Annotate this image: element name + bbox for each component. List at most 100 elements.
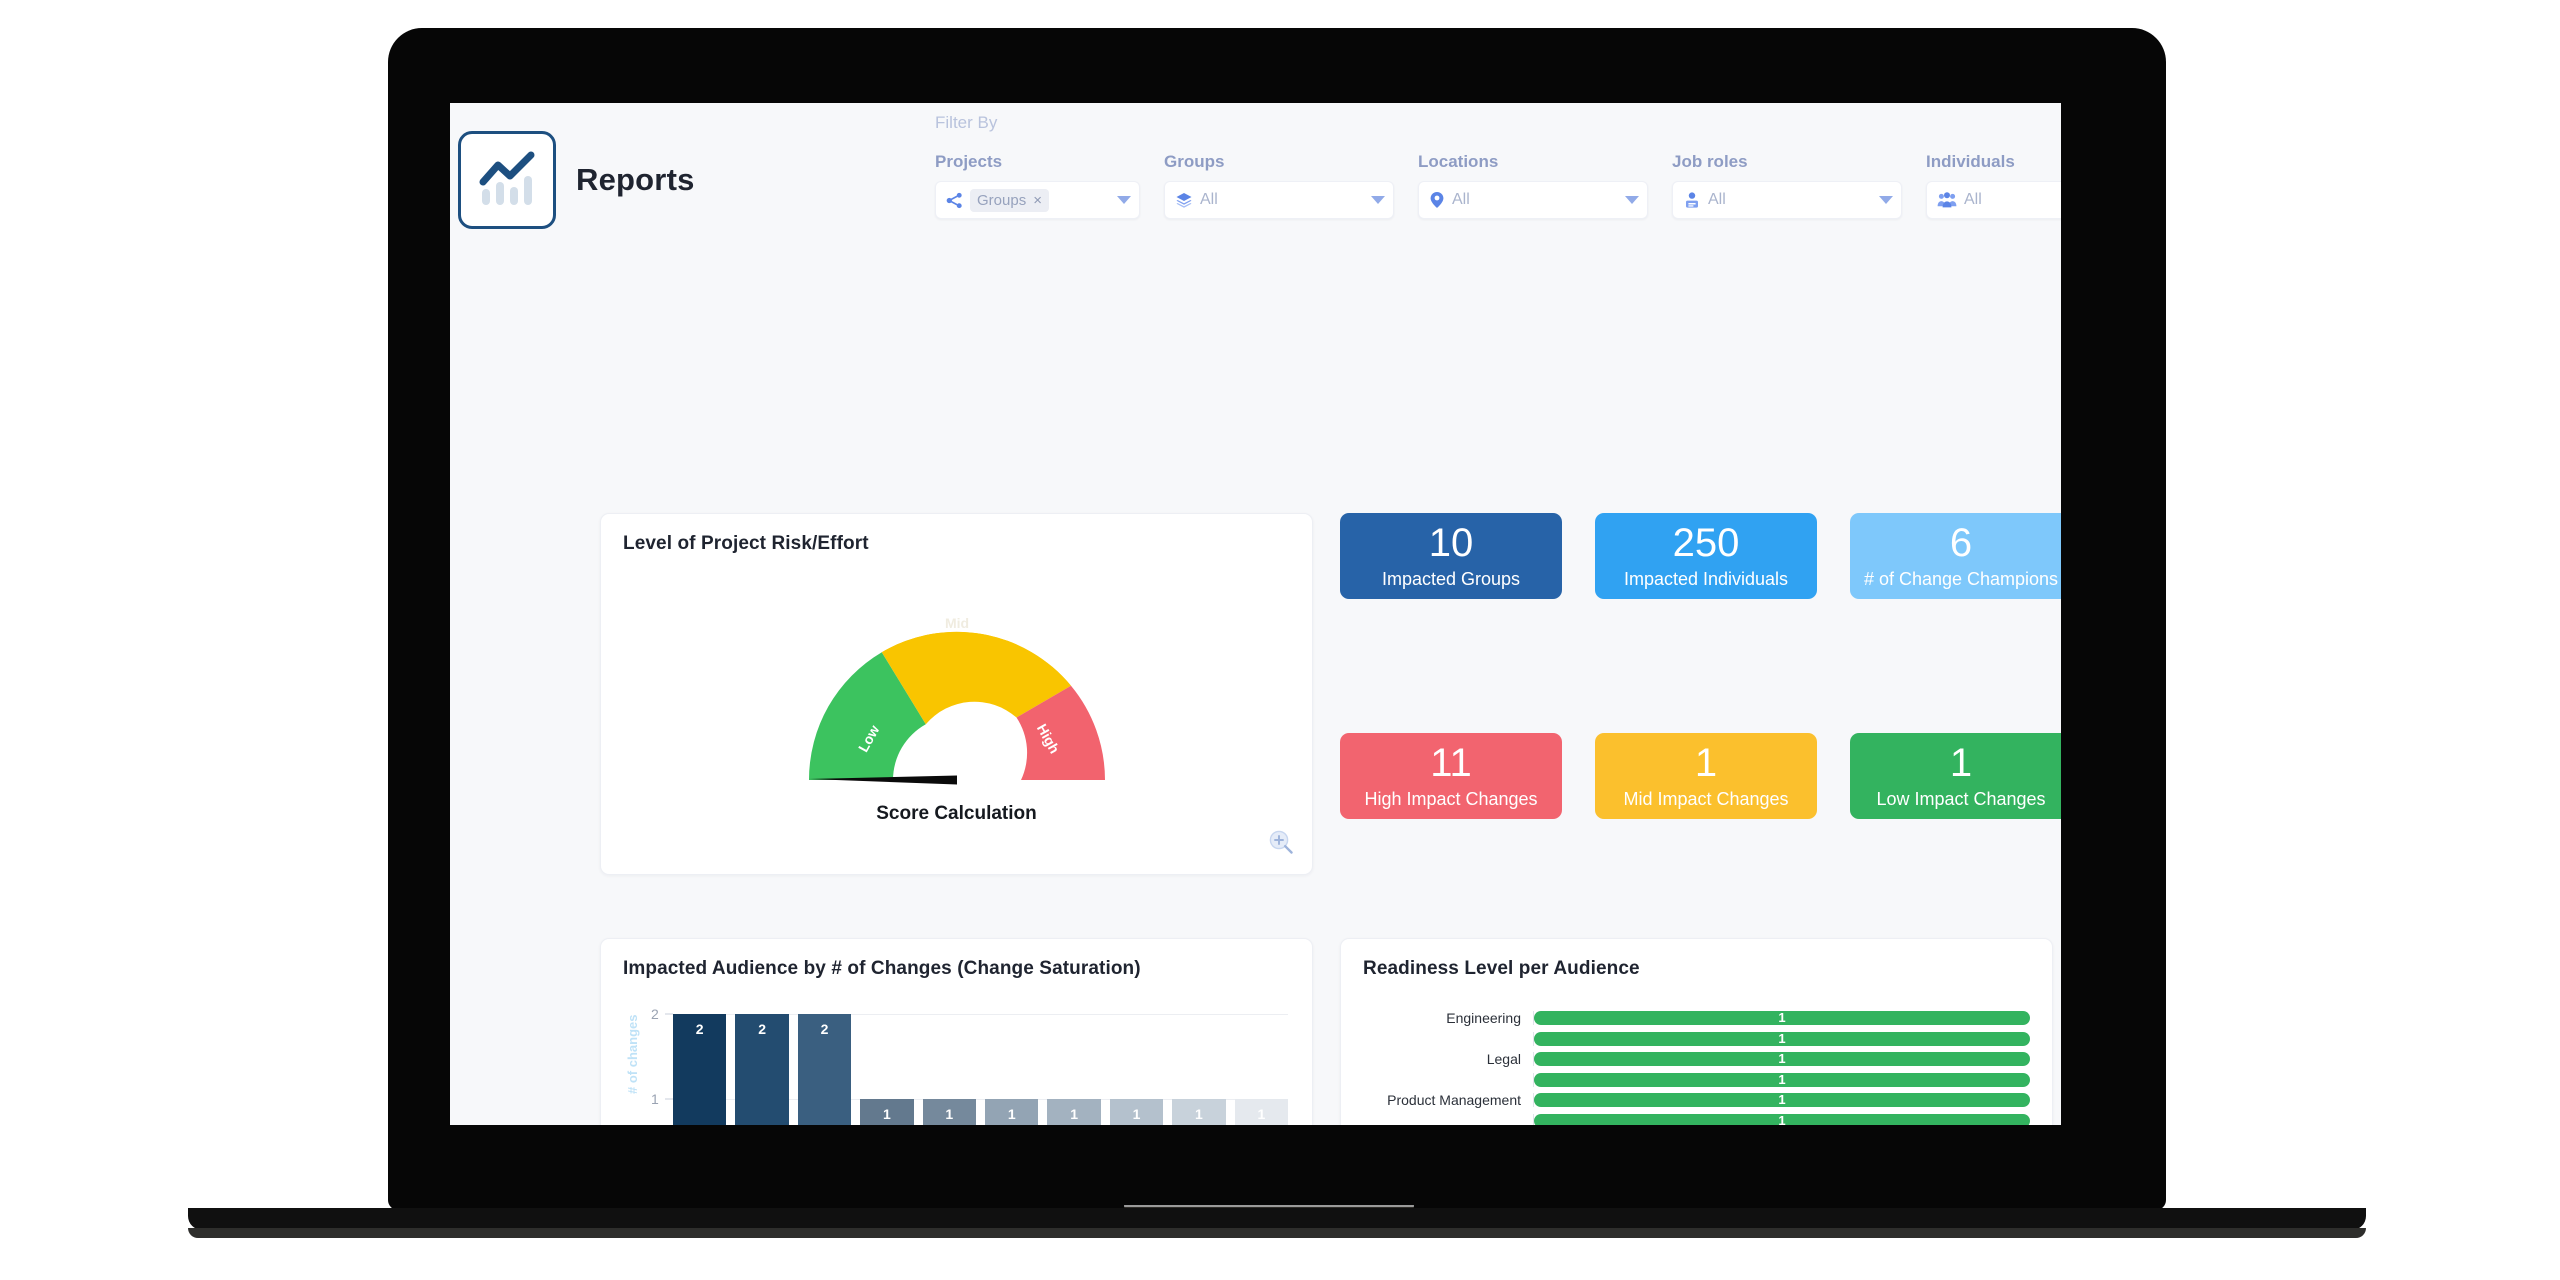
- readiness-bar: 1: [1534, 1051, 2030, 1067]
- bar: 1: [1234, 1099, 1289, 1125]
- kpi-value: 1: [1949, 740, 1973, 785]
- kpi-high-impact-changes[interactable]: 11 High Impact Changes: [1340, 733, 1562, 819]
- line-bar-chart-icon: [479, 151, 535, 205]
- kpi-impacted-groups[interactable]: 10 Impacted Groups: [1340, 513, 1562, 599]
- kpi-label: Mid Impact Changes: [1623, 788, 1789, 809]
- card-title-gauge: Level of Project Risk/Effort: [623, 533, 869, 554]
- readiness-bar: 1: [1534, 1030, 2030, 1046]
- readiness-track: 1: [1533, 1010, 2030, 1026]
- filter-chip-groups[interactable]: Groups ×: [970, 188, 1049, 212]
- bar-column: 1: [1172, 1014, 1226, 1125]
- readiness-track: 1: [1533, 1113, 2030, 1125]
- kpi-label: # of Change Champions: [1863, 568, 2059, 589]
- filter-select-projects[interactable]: Groups ×: [935, 181, 1140, 219]
- filter-group-individuals: Individuals All: [1926, 152, 2061, 219]
- readiness-bar: 1: [1534, 1072, 2030, 1087]
- bar-column: 1: [1047, 1014, 1101, 1125]
- bar-column: 2: [797, 1014, 852, 1125]
- bar-value-label: 2: [695, 1021, 704, 1037]
- filter-select-individuals[interactable]: All: [1926, 181, 2061, 219]
- gauge-caption: Score Calculation: [876, 803, 1037, 824]
- bar-value-label: 1: [1195, 1106, 1203, 1122]
- readiness-bar-value: 1: [1778, 1051, 1786, 1067]
- readiness-track: 1: [1533, 1072, 2030, 1087]
- bar-chart-bars: 2 2 2 1 1 1 1 1 1 1: [673, 1014, 1289, 1125]
- laptop-base-lip: [188, 1228, 2366, 1238]
- zoom-in-icon[interactable]: [1268, 829, 1294, 860]
- filter-group-job-roles: Job roles All: [1672, 152, 1902, 219]
- readiness-bar-value: 1: [1778, 1092, 1786, 1108]
- filter-controls-row: Projects Groups × Groups All Locations A…: [935, 152, 2061, 219]
- bar: 2: [673, 1014, 727, 1125]
- readiness-row: Product Management 1: [1341, 1090, 2030, 1111]
- card-title-bars: Impacted Audience by # of Changes (Chang…: [623, 958, 1141, 979]
- card-readiness-level: Readiness Level per Audience Engineering…: [1340, 938, 2053, 1125]
- readiness-rows: Engineering 1 1 Legal 1 1 Product Management 1 1…: [1341, 1008, 2030, 1125]
- users-group-icon: [1937, 191, 1957, 209]
- bar: 1: [922, 1099, 977, 1125]
- kpi-value: 10: [1428, 520, 1474, 565]
- bar: 1: [1172, 1099, 1226, 1125]
- kpi-change-champions[interactable]: 6 # of Change Champions: [1850, 513, 2061, 599]
- bar-column: 2: [735, 1014, 789, 1125]
- bar-value-label: 1: [883, 1106, 891, 1122]
- chevron-down-icon[interactable]: [1625, 196, 1639, 204]
- kpi-label: Impacted Individuals: [1623, 568, 1789, 589]
- bar-chart-ytick: 1: [651, 1091, 659, 1107]
- readiness-row-label: Engineering: [1446, 1010, 1521, 1027]
- filter-value-individuals: All: [1964, 191, 1982, 208]
- share-nodes-icon: [946, 192, 963, 209]
- kpi-low-impact-changes[interactable]: 1 Low Impact Changes: [1850, 733, 2061, 819]
- card-change-saturation: Impacted Audience by # of Changes (Chang…: [600, 938, 1313, 1125]
- readiness-track: 1: [1533, 1092, 2030, 1108]
- gauge-svg: Low Mid High: [808, 615, 1105, 785]
- readiness-row: 1: [1341, 1111, 2030, 1125]
- bar-value-label: 1: [1257, 1106, 1266, 1122]
- filter-select-job-roles[interactable]: All: [1672, 181, 1902, 219]
- kpi-value: 11: [1430, 740, 1472, 785]
- card-project-risk-gauge: Level of Project Risk/Effort Low Mid Hig…: [600, 513, 1313, 875]
- chevron-down-icon[interactable]: [1879, 196, 1893, 204]
- filter-label-projects: Projects: [935, 152, 1003, 171]
- readiness-bar-value: 1: [1778, 1030, 1786, 1046]
- bar-chart: # of changes 2 1 0 2221111111: [601, 1006, 1312, 1125]
- kpi-label: High Impact Changes: [1364, 788, 1538, 809]
- bar-column: 1: [1109, 1014, 1164, 1125]
- filter-value-groups: All: [1200, 191, 1218, 208]
- bar-value-label: 2: [820, 1021, 829, 1037]
- chevron-down-icon[interactable]: [1371, 196, 1385, 204]
- bar-chart-y-axis-label: # of changes: [625, 1014, 640, 1094]
- kpi-impacted-individuals[interactable]: 250 Impacted Individuals: [1595, 513, 1817, 599]
- filter-select-locations[interactable]: All: [1418, 181, 1648, 219]
- readiness-row: Engineering 1: [1341, 1008, 2030, 1029]
- readiness-row-label: Legal: [1486, 1051, 1521, 1068]
- readiness-chart: Engineering 1 1 Legal 1 1 Product Management 1 1…: [1341, 1000, 2052, 1125]
- bar-column: 1: [922, 1014, 977, 1125]
- bar: 1: [1047, 1099, 1101, 1125]
- readiness-bar: 1: [1534, 1113, 2030, 1125]
- bar: 2: [735, 1014, 789, 1125]
- bar-value-label: 2: [758, 1021, 766, 1037]
- filter-value-locations: All: [1452, 191, 1470, 208]
- bar-column: 1: [985, 1014, 1039, 1125]
- kpi-value: 6: [1949, 520, 1973, 565]
- bar-value-label: 1: [1132, 1106, 1141, 1122]
- readiness-row: 1: [1341, 1029, 2030, 1050]
- filter-label-job-roles: Job roles: [1672, 152, 1748, 171]
- kpi-value: 1: [1694, 740, 1718, 785]
- readiness-bar: 1: [1534, 1092, 2030, 1108]
- bar: 2: [797, 1014, 852, 1125]
- chevron-down-icon[interactable]: [1117, 196, 1131, 204]
- reports-page: Reports Filter By Projects Groups × Grou…: [450, 103, 2061, 1125]
- filter-label-locations: Locations: [1418, 152, 1499, 171]
- filter-select-groups[interactable]: All: [1164, 181, 1394, 219]
- brand: Reports: [458, 131, 695, 229]
- filter-value-job-roles: All: [1708, 191, 1726, 208]
- filter-chip-label: Groups: [977, 191, 1027, 209]
- bar-column: 2: [673, 1014, 727, 1125]
- kpi-mid-impact-changes[interactable]: 1 Mid Impact Changes: [1595, 733, 1817, 819]
- bar: 1: [860, 1099, 914, 1125]
- page-header: Reports Filter By Projects Groups × Grou…: [450, 103, 2061, 258]
- bar-chart-ytick: 2: [651, 1006, 659, 1022]
- filter-chip-remove-icon[interactable]: ×: [1033, 192, 1042, 209]
